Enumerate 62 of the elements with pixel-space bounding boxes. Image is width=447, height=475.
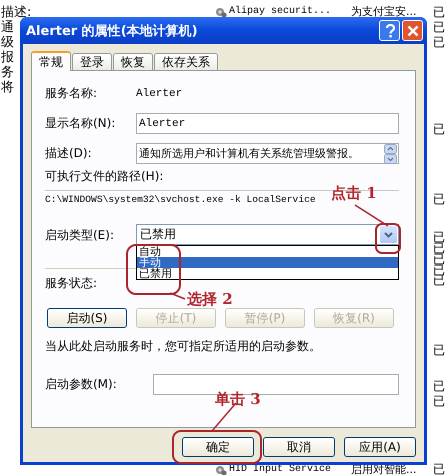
dropdown-value: 已禁用 bbox=[140, 226, 176, 243]
field-label: 服务状态: bbox=[45, 274, 98, 292]
status-text: 已 bbox=[433, 193, 445, 206]
description-text: 通知所选用户和计算机有关系统管理级警报。 bbox=[139, 146, 359, 161]
field-label: 显示名称(N): bbox=[45, 115, 116, 132]
background-text: 描述: bbox=[1, 5, 32, 20]
gear-icon bbox=[213, 5, 227, 18]
service-control-button[interactable]: 启动(S) bbox=[47, 308, 127, 328]
status-text: 已 bbox=[433, 36, 445, 49]
status-text: 已 bbox=[433, 231, 445, 244]
dropdown-arrow-button[interactable] bbox=[380, 226, 397, 243]
description-field[interactable]: 通知所选用户和计算机有关系统管理级警报。 bbox=[136, 143, 399, 164]
field-label: 启动类型(E): bbox=[45, 227, 115, 244]
status-text: 已 bbox=[433, 380, 445, 393]
chevron-down-icon bbox=[384, 232, 393, 238]
question-mark-icon bbox=[384, 24, 394, 38]
status-text: 已 bbox=[433, 463, 445, 475]
status-text: 已 bbox=[433, 395, 445, 408]
annotation-text: 点击 1 bbox=[331, 184, 377, 202]
tab[interactable]: 登录 bbox=[72, 53, 112, 70]
scroll-arrows-icon bbox=[384, 144, 397, 164]
status-text: 已 bbox=[433, 123, 445, 136]
dropdown-option[interactable]: 已禁用 bbox=[137, 268, 398, 279]
field-label: 服务名称: bbox=[45, 85, 98, 102]
status-text: 已 bbox=[433, 344, 445, 357]
dropdown-option[interactable]: 自动 bbox=[137, 246, 398, 257]
field-label: 描述(D): bbox=[45, 145, 93, 162]
background-text: 务 bbox=[1, 65, 15, 80]
dialog-button[interactable]: 应用(A) bbox=[344, 437, 416, 457]
status-text: 已 bbox=[433, 253, 445, 266]
background-text: 报 bbox=[1, 50, 15, 65]
help-button[interactable] bbox=[379, 20, 400, 41]
close-button[interactable] bbox=[402, 20, 423, 41]
status-text: 已 bbox=[433, 6, 445, 19]
dialog-button[interactable]: 取消 bbox=[263, 437, 335, 457]
tab[interactable]: 依存关系 bbox=[154, 53, 218, 70]
field-label: 启动参数(M): bbox=[45, 376, 118, 394]
service-description: 为支付宝安... bbox=[351, 6, 416, 18]
leader-line bbox=[170, 292, 186, 300]
status-text: 已 bbox=[433, 21, 445, 34]
service-name-value: Alerter bbox=[136, 88, 182, 100]
annotation-text: 单击 3 bbox=[215, 390, 261, 408]
tab[interactable]: 常规 bbox=[31, 51, 71, 71]
leader-line bbox=[354, 204, 388, 227]
hint-text: 当从此处启动服务时，您可指定所适用的启动参数。 bbox=[45, 338, 321, 355]
gear-icon bbox=[213, 463, 227, 475]
annotation-text: 选择 2 bbox=[187, 290, 233, 308]
service-name: Alipay securit... bbox=[229, 6, 332, 18]
close-icon bbox=[406, 24, 418, 36]
background-text: 级 bbox=[1, 35, 15, 50]
startup-type-dropdown[interactable]: 已禁用 bbox=[136, 224, 399, 245]
status-text: 已 bbox=[433, 242, 445, 255]
display-name-field[interactable]: Alerter bbox=[136, 113, 399, 134]
dropdown-option[interactable]: 手动 bbox=[137, 257, 398, 268]
dialog-button[interactable]: 确定 bbox=[182, 437, 254, 457]
field-label: 可执行文件的路径(H): bbox=[45, 168, 164, 185]
highlight-outline bbox=[126, 244, 181, 295]
window-title: Alerter 的属性(本地计算机) bbox=[26, 22, 199, 40]
tab[interactable]: 恢复 bbox=[113, 53, 153, 70]
background-text: 将 bbox=[1, 80, 15, 95]
highlight-outline bbox=[375, 223, 401, 254]
status-text: 已 bbox=[433, 274, 445, 287]
